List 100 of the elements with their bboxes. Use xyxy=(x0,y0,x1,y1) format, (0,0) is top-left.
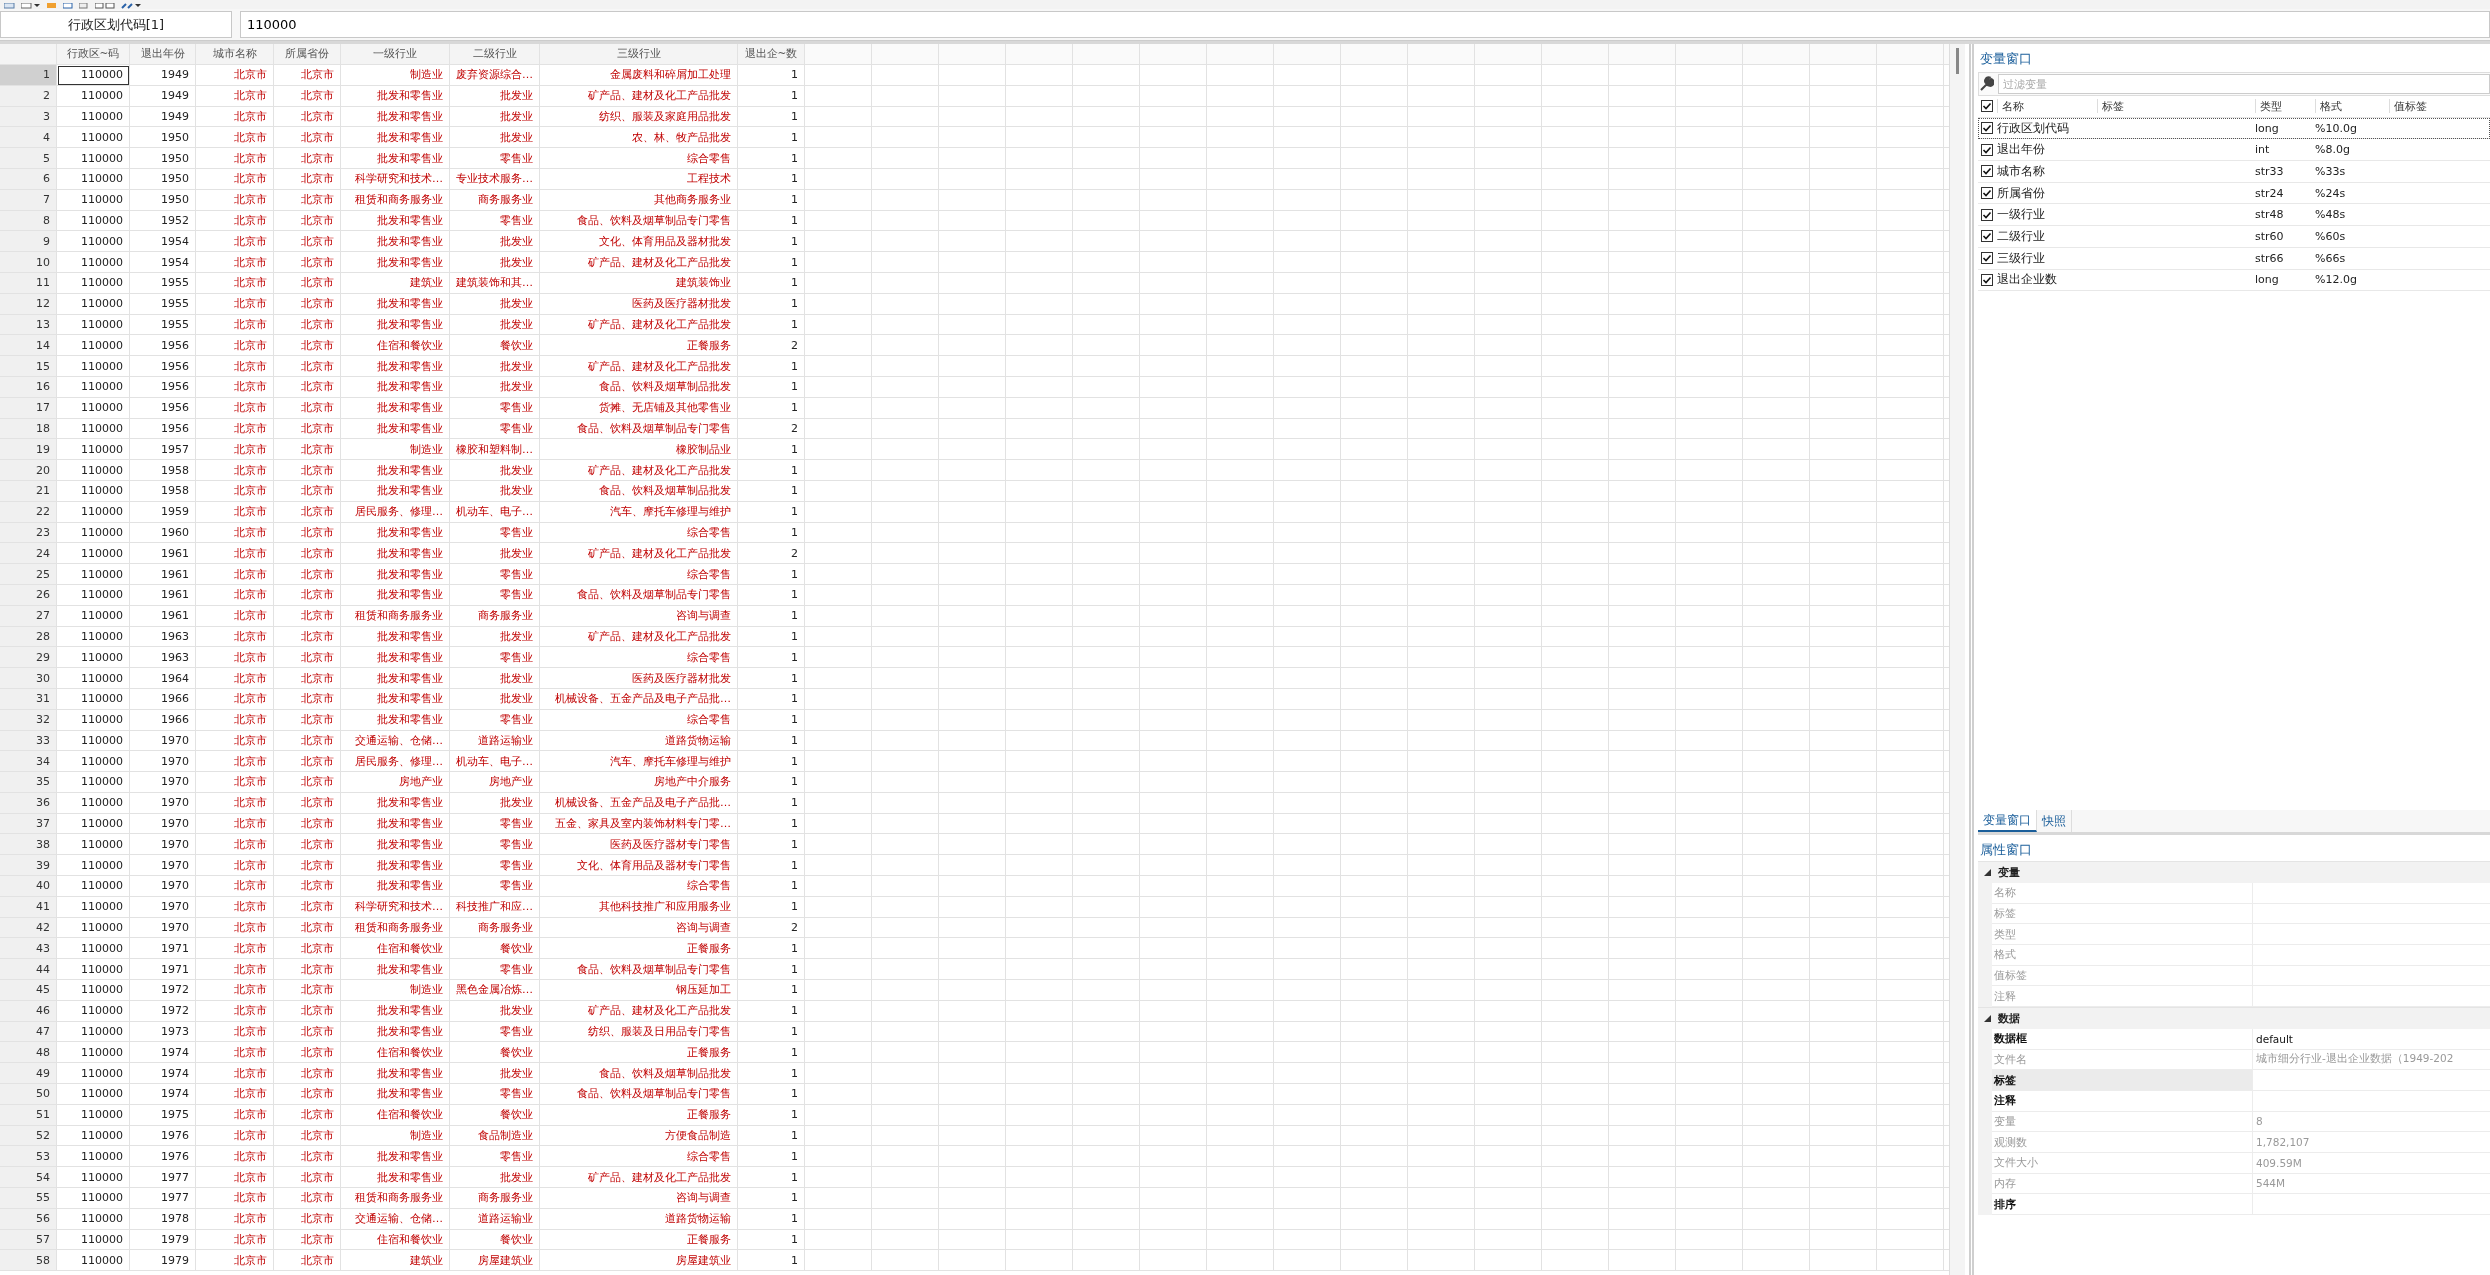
table-cell[interactable]: 1 xyxy=(738,709,805,731)
table-cell[interactable]: 零售业 xyxy=(450,1146,540,1168)
table-cell[interactable]: 1 xyxy=(738,127,805,149)
table-cell[interactable]: 1 xyxy=(738,1084,805,1105)
table-cell[interactable]: 房屋建筑业 xyxy=(450,1250,540,1272)
table-cell[interactable]: 110000 xyxy=(57,293,130,315)
table-cell[interactable]: 110000 xyxy=(57,605,130,627)
table-cell[interactable]: 1976 xyxy=(130,1125,196,1147)
table-cell[interactable]: 北京市 xyxy=(196,189,274,211)
table-cell[interactable]: 1 xyxy=(738,688,805,710)
table-cell[interactable]: 批发业 xyxy=(450,668,540,689)
row-number[interactable]: 21 xyxy=(0,480,57,502)
table-cell[interactable]: 租赁和商务服务业 xyxy=(341,1188,450,1209)
table-cell[interactable]: 1954 xyxy=(130,231,196,253)
table-cell[interactable]: 110000 xyxy=(57,85,130,107)
table-cell[interactable]: 110000 xyxy=(57,272,130,294)
row-number[interactable]: 1 xyxy=(0,65,57,86)
checkbox[interactable] xyxy=(1981,143,1993,156)
table-cell[interactable]: 北京市 xyxy=(196,709,274,731)
table-cell[interactable]: 租赁和商务服务业 xyxy=(341,917,450,939)
table-cell[interactable]: 批发和零售业 xyxy=(341,293,450,315)
table-cell[interactable]: 110000 xyxy=(57,356,130,377)
row-number[interactable]: 17 xyxy=(0,397,57,419)
table-cell[interactable]: 1 xyxy=(738,1188,805,1209)
table-cell[interactable]: 1 xyxy=(738,1229,805,1251)
column-header[interactable]: 二级行业 xyxy=(450,44,540,65)
table-cell[interactable]: 北京市 xyxy=(196,1146,274,1168)
table-cell[interactable]: 批发和零售业 xyxy=(341,85,450,107)
table-cell[interactable]: 机动车、电子… xyxy=(450,751,540,773)
table-cell[interactable]: 1961 xyxy=(130,584,196,606)
row-number[interactable]: 24 xyxy=(0,543,57,565)
table-cell[interactable]: 北京市 xyxy=(196,314,274,336)
table-cell[interactable]: 北京市 xyxy=(274,564,341,585)
table-cell[interactable]: 北京市 xyxy=(196,460,274,481)
table-cell[interactable]: 1950 xyxy=(130,189,196,211)
table-cell[interactable]: 北京市 xyxy=(196,876,274,897)
table-cell[interactable]: 居民服务、修理… xyxy=(341,501,450,523)
table-cell[interactable]: 1 xyxy=(738,1146,805,1168)
table-cell[interactable]: 零售业 xyxy=(450,564,540,585)
table-cell[interactable]: 110000 xyxy=(57,876,130,897)
row-number[interactable]: 7 xyxy=(0,189,57,211)
row-number[interactable]: 37 xyxy=(0,813,57,835)
table-cell[interactable]: 1 xyxy=(738,522,805,544)
table-cell[interactable]: 北京市 xyxy=(274,1208,341,1230)
table-cell[interactable]: 1 xyxy=(738,189,805,211)
table-cell[interactable]: 110000 xyxy=(57,439,130,461)
table-cell[interactable]: 北京市 xyxy=(196,917,274,939)
column-header[interactable]: 格式 xyxy=(2315,99,2389,114)
table-cell[interactable]: 餐饮业 xyxy=(450,1104,540,1126)
table-cell[interactable]: 综合零售 xyxy=(540,709,738,731)
row-number[interactable]: 15 xyxy=(0,356,57,377)
table-cell[interactable]: 咨询与调查 xyxy=(540,605,738,627)
row-number[interactable]: 48 xyxy=(0,1042,57,1064)
table-cell[interactable]: 110000 xyxy=(57,584,130,606)
table-cell[interactable]: 110000 xyxy=(57,1084,130,1105)
row-number[interactable]: 8 xyxy=(0,210,57,232)
table-cell[interactable]: 110000 xyxy=(57,127,130,149)
table-cell[interactable]: 北京市 xyxy=(196,272,274,294)
row-number[interactable]: 56 xyxy=(0,1208,57,1230)
table-cell[interactable]: 1950 xyxy=(130,169,196,190)
table-cell[interactable]: 批发业 xyxy=(450,1167,540,1189)
table-cell[interactable]: 北京市 xyxy=(274,418,341,440)
table-cell[interactable]: 北京市 xyxy=(274,210,341,232)
table-cell[interactable]: 批发业 xyxy=(450,376,540,398)
table-cell[interactable]: 综合零售 xyxy=(540,564,738,585)
table-cell[interactable]: 1 xyxy=(738,169,805,190)
table-cell[interactable]: 110000 xyxy=(57,730,130,752)
row-number[interactable]: 11 xyxy=(0,272,57,294)
table-cell[interactable]: 纺织、服装及日用品专门零售 xyxy=(540,1021,738,1043)
table-cell[interactable]: 北京市 xyxy=(196,356,274,377)
table-cell[interactable]: 1 xyxy=(738,772,805,793)
row-number[interactable]: 38 xyxy=(0,834,57,856)
table-cell[interactable]: 批发和零售业 xyxy=(341,792,450,814)
row-number[interactable]: 4 xyxy=(0,127,57,149)
table-cell[interactable]: 1 xyxy=(738,1208,805,1230)
table-cell[interactable]: 货摊、无店铺及其他零售业 xyxy=(540,397,738,419)
row-number[interactable]: 40 xyxy=(0,876,57,897)
table-cell[interactable]: 1 xyxy=(738,896,805,918)
table-cell[interactable]: 制造业 xyxy=(341,1125,450,1147)
table-cell[interactable]: 1 xyxy=(738,626,805,648)
table-cell[interactable]: 零售业 xyxy=(450,709,540,731)
table-cell[interactable]: 批发和零售业 xyxy=(341,876,450,897)
table-cell[interactable]: 批发和零售业 xyxy=(341,1146,450,1168)
table-cell[interactable]: 1973 xyxy=(130,1021,196,1043)
row-number[interactable]: 13 xyxy=(0,314,57,336)
table-cell[interactable]: 北京市 xyxy=(274,314,341,336)
table-cell[interactable]: 1958 xyxy=(130,480,196,502)
column-header[interactable]: 所属省份 xyxy=(274,44,341,65)
table-cell[interactable]: 零售业 xyxy=(450,584,540,606)
table-cell[interactable]: 北京市 xyxy=(274,148,341,169)
table-cell[interactable]: 北京市 xyxy=(196,605,274,627)
table-cell[interactable]: 北京市 xyxy=(196,584,274,606)
table-cell[interactable]: 1970 xyxy=(130,751,196,773)
table-cell[interactable]: 矿产品、建材及化工产品批发 xyxy=(540,626,738,648)
table-cell[interactable]: 纺织、服装及家庭用品批发 xyxy=(540,106,738,128)
table-cell[interactable]: 批发业 xyxy=(450,1063,540,1085)
table-cell[interactable]: 110000 xyxy=(57,709,130,731)
table-cell[interactable]: 110000 xyxy=(57,1188,130,1209)
table-cell[interactable]: 北京市 xyxy=(274,605,341,627)
table-cell[interactable]: 建筑业 xyxy=(341,272,450,294)
